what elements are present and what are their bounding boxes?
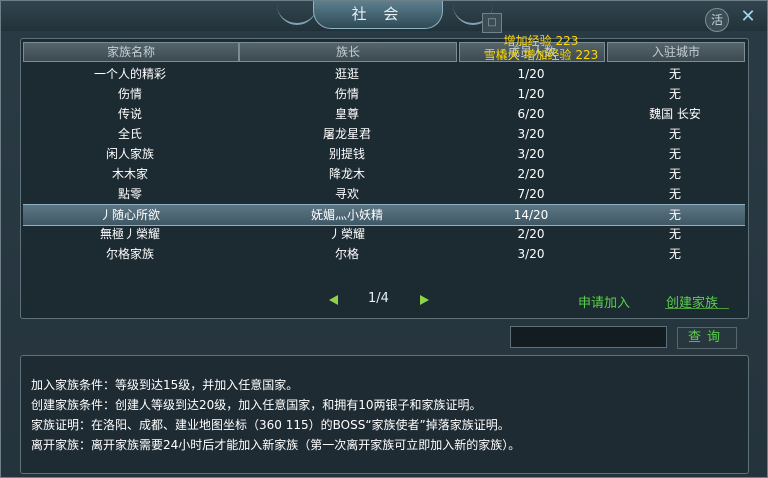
family-proof-text: 家族证明：在洛阳、成都、建业地图坐标（360 115）的BOSS“家族使者”掉落… [31, 418, 510, 432]
members-cell: 1/20 [517, 87, 545, 101]
city-cell: 无 [668, 208, 681, 222]
xp-gain-line-2: 雪橇犬 增加经验 223 [483, 48, 599, 62]
table-row[interactable]: 全氏 屠龙星君 3/20 无 [23, 124, 745, 144]
city-cell: 无 [668, 87, 681, 101]
column-header-family-name[interactable]: 家族名称 [23, 42, 239, 62]
table-header: 家族名称 族长 成员人数 入驻城市 [21, 42, 748, 62]
city-cell: 无 [668, 67, 681, 81]
social-window: 社 会 □ 活 ✕ 家族名称 族长 成员人数 入驻城市 一个人的精彩 逛逛 1/20… [0, 0, 768, 478]
query-button[interactable]: 查询 [677, 327, 737, 349]
table-row[interactable]: 传说 皇尊 6/20 魏国 长安 [23, 104, 745, 124]
leader-cell: 尔格 [334, 247, 359, 261]
leader-cell: 降龙木 [328, 167, 365, 181]
column-header-city[interactable]: 入驻城市 [607, 42, 745, 62]
family-rules-panel: 加入家族条件：等级到达15级，并加入任意国家。 创建家族条件：创建人等级到达20… [20, 355, 749, 474]
table-row[interactable]: 木木家 降龙木 2/20 无 [23, 164, 745, 184]
members-cell: 3/20 [517, 147, 545, 161]
family-search-input[interactable] [510, 326, 667, 348]
city-cell: 无 [668, 247, 681, 261]
xp-gain-line-1: 增加经验 223 [503, 34, 579, 48]
column-header-leader[interactable]: 族长 [239, 42, 457, 62]
city-cell: 无 [668, 187, 681, 201]
city-cell: 魏国 长安 [649, 107, 701, 121]
city-cell: 无 [668, 227, 681, 241]
leader-cell: 伤情 [334, 87, 359, 101]
table-row[interactable]: 丿随心所欲 妩媚灬小妖精 14/20 无 [23, 204, 745, 226]
page-indicator: 1/4 [368, 291, 389, 306]
leader-cell: 逛逛 [334, 67, 359, 81]
family-list-panel: 家族名称 族长 成员人数 入驻城市 一个人的精彩 逛逛 1/20 无伤情 伤情 1/20 无… [20, 38, 749, 319]
family-name-cell: 一个人的精彩 [93, 67, 166, 81]
help-icon[interactable]: 活 [705, 8, 729, 32]
join-condition-text: 加入家族条件：等级到达15级，并加入任意国家。 [31, 378, 299, 392]
family-name-cell: 丿随心所欲 [99, 208, 160, 222]
apply-join-button[interactable]: 申请加入 [578, 292, 630, 311]
leader-cell: 丿榮耀 [328, 227, 365, 241]
family-name-cell: 全氏 [117, 127, 142, 141]
family-name-cell: 闲人家族 [105, 147, 154, 161]
family-name-cell: 伤情 [117, 87, 142, 101]
table-row[interactable]: 尔格家族 尔格 3/20 无 [23, 244, 745, 264]
members-cell: 2/20 [517, 227, 545, 241]
family-name-cell: 點零 [117, 187, 142, 201]
leader-cell: 屠龙星君 [322, 127, 371, 141]
prev-page-arrow-icon[interactable] [329, 295, 338, 305]
title-ornament-left [277, 5, 317, 25]
leader-cell: 皇尊 [334, 107, 359, 121]
members-cell: 6/20 [517, 107, 545, 121]
table-row[interactable]: 點零 寻欢 7/20 无 [23, 184, 745, 204]
table-row[interactable]: 伤情 伤情 1/20 无 [23, 84, 745, 104]
table-row[interactable]: 一个人的精彩 逛逛 1/20 无 [23, 64, 745, 84]
table-row[interactable]: 無極丿榮耀 丿榮耀 2/20 无 [23, 224, 745, 244]
window-title: 社 会 [313, 1, 443, 29]
members-cell: 2/20 [517, 167, 545, 181]
leader-cell: 妩媚灬小妖精 [310, 208, 383, 222]
members-cell: 14/20 [513, 208, 549, 222]
city-cell: 无 [668, 167, 681, 181]
family-name-cell: 無極丿榮耀 [99, 227, 160, 241]
xp-gain-popup: 增加经验 223 雪橇犬 增加经验 223 [471, 34, 611, 64]
table-row[interactable]: 闲人家族 别提钱 3/20 无 [23, 144, 745, 164]
leader-cell: 寻欢 [334, 187, 359, 201]
city-cell: 无 [668, 147, 681, 161]
family-name-cell: 传说 [117, 107, 142, 121]
close-icon[interactable]: ✕ [738, 7, 758, 27]
family-name-cell: 尔格家族 [105, 247, 154, 261]
minimize-button[interactable]: □ [482, 13, 502, 33]
next-page-arrow-icon[interactable] [420, 295, 429, 305]
city-cell: 无 [668, 127, 681, 141]
create-condition-text: 创建家族条件：创建人等级到达20级，加入任意国家，和拥有10两银子和家族证明。 [31, 398, 482, 412]
members-cell: 3/20 [517, 247, 545, 261]
leave-family-text: 离开家族：离开家族需要24小时后才能加入新家族（第一次离开家族可立即加入新的家族… [31, 438, 521, 452]
members-cell: 7/20 [517, 187, 545, 201]
members-cell: 1/20 [517, 67, 545, 81]
family-name-cell: 木木家 [111, 167, 148, 181]
title-bar[interactable]: 社 会 □ 活 ✕ [1, 1, 767, 33]
create-family-underline [665, 308, 729, 309]
leader-cell: 别提钱 [328, 147, 365, 161]
members-cell: 3/20 [517, 127, 545, 141]
